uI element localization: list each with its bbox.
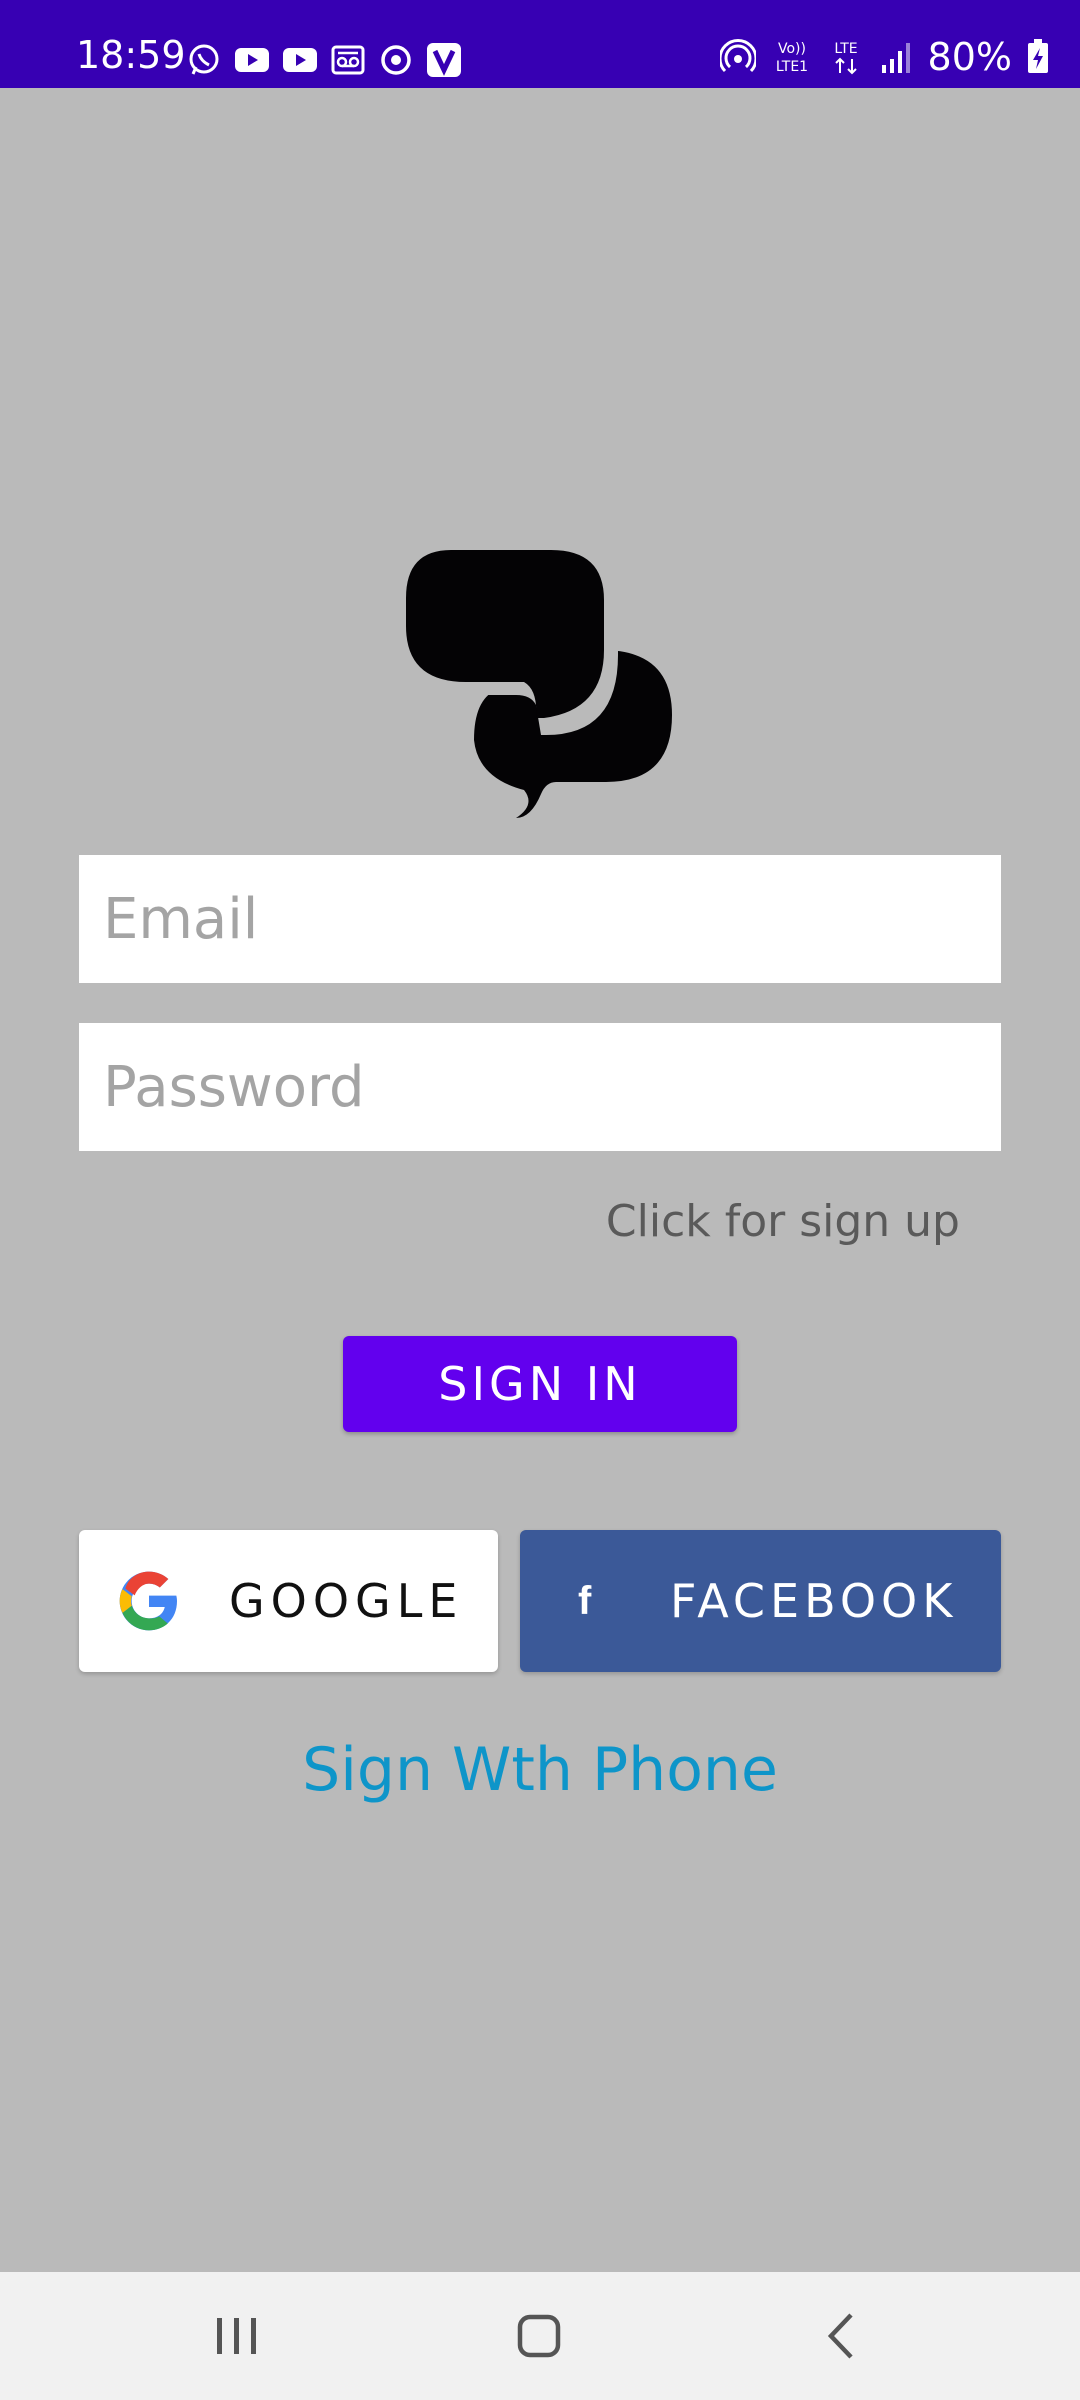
facebook-label: FACEBOOK	[670, 1574, 958, 1628]
back-icon[interactable]	[761, 2272, 921, 2400]
navigation-bar	[0, 2272, 1080, 2400]
status-time: 18:59	[76, 33, 186, 77]
youtube-icon	[282, 42, 318, 78]
volte-text-top: Vo))	[778, 41, 806, 57]
notification-icons	[186, 42, 462, 78]
status-bar: 18:59 Vo)) LTE1 LTE 80%	[0, 0, 1080, 88]
whatsapp-icon	[186, 42, 222, 78]
battery-charging-icon	[1026, 39, 1050, 75]
recent-apps-icon[interactable]	[157, 2272, 317, 2400]
voicemail-icon	[330, 42, 366, 78]
hotspot-icon	[719, 39, 756, 75]
volte-icon: Vo)) LTE1	[770, 39, 814, 75]
signal-icon	[878, 39, 914, 75]
signup-link[interactable]: Click for sign up	[606, 1196, 960, 1247]
v-icon	[426, 42, 462, 78]
email-field[interactable]	[79, 855, 1001, 983]
facebook-signin-button[interactable]: f FACEBOOK	[520, 1530, 1001, 1672]
volte-text-bottom: LTE1	[775, 59, 807, 75]
phone-signin-link[interactable]: Sign Wth Phone	[0, 1735, 1080, 1805]
password-field[interactable]	[79, 1023, 1001, 1151]
status-right: Vo)) LTE1 LTE 80%	[719, 35, 1050, 79]
sync-icon	[378, 42, 414, 78]
home-icon[interactable]	[459, 2272, 619, 2400]
lte-text: LTE	[834, 41, 857, 57]
battery-percentage: 80%	[927, 35, 1012, 79]
google-label: GOOGLE	[229, 1574, 464, 1628]
facebook-icon: f	[578, 1578, 592, 1623]
lte-data-icon: LTE	[828, 39, 864, 75]
signin-button[interactable]: SIGN IN	[343, 1336, 737, 1432]
google-icon	[117, 1569, 181, 1633]
google-signin-button[interactable]: GOOGLE	[79, 1530, 498, 1672]
chat-bubbles-icon	[406, 550, 672, 818]
youtube-icon	[234, 42, 270, 78]
